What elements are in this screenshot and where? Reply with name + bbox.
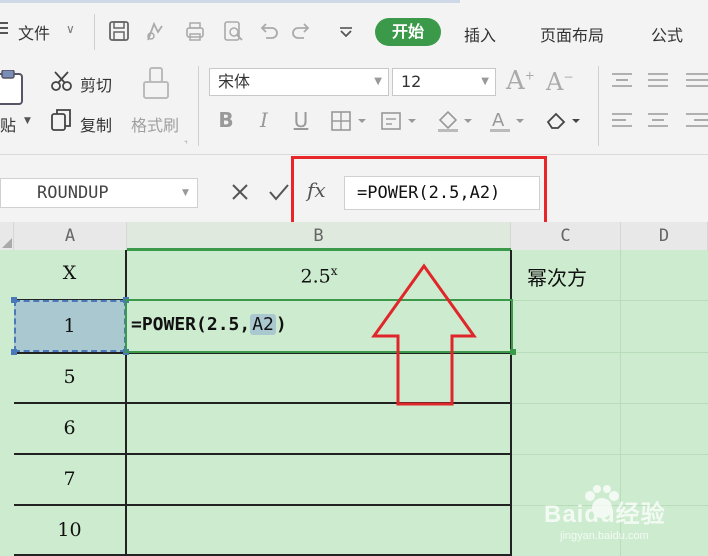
up-arrow-annotation: [371, 263, 477, 406]
hamburger-icon[interactable]: [0, 22, 10, 36]
watermark-brand: Baidu经验: [544, 501, 666, 528]
font-name-dropdown-icon[interactable]: ▼: [374, 69, 382, 95]
cell-a1[interactable]: X: [14, 262, 125, 284]
cell-b1-exponent: x: [330, 264, 338, 278]
format-painter-icon[interactable]: [140, 66, 174, 102]
paste-label[interactable]: 贴: [0, 112, 16, 136]
customize-chevron-icon[interactable]: [338, 26, 354, 38]
svg-text:A: A: [492, 110, 505, 131]
underline-button[interactable]: U: [289, 108, 313, 132]
table-border: [14, 453, 512, 455]
fill-color-icon[interactable]: [436, 108, 476, 134]
eraser-icon[interactable]: [544, 108, 584, 134]
divider: [94, 14, 95, 50]
column-header-c[interactable]: C: [511, 222, 621, 250]
menu-bar: 文件 ∨ 开始 插入 页面布局 公式: [0, 0, 708, 62]
print-preview-icon[interactable]: [222, 20, 244, 42]
cell-b2-formula: =POWER(2.5, A2): [131, 314, 287, 335]
font-name-select[interactable]: 宋体 ▼: [209, 68, 389, 96]
table-border: [14, 504, 512, 506]
file-menu[interactable]: 文件: [18, 20, 50, 44]
tab-formulas[interactable]: 公式: [651, 22, 683, 46]
font-size-value: 12: [401, 72, 422, 91]
gridline: [511, 300, 708, 301]
selection-handle[interactable]: [11, 297, 17, 303]
clipboard-expand-icon[interactable]: ⌝: [184, 140, 188, 149]
gridline: [511, 403, 708, 404]
increase-font-icon[interactable]: A+: [506, 66, 535, 96]
divider: [598, 66, 599, 146]
borders-icon[interactable]: [330, 110, 370, 132]
font-size-dropdown-icon[interactable]: ▼: [481, 69, 489, 95]
cell-style-icon[interactable]: [380, 110, 420, 132]
cell-a5[interactable]: 7: [14, 468, 125, 490]
watermark-url: jingyan.baidu.com: [560, 530, 649, 542]
undo-icon[interactable]: [258, 20, 280, 42]
tab-page-layout[interactable]: 页面布局: [540, 22, 604, 46]
cell-c1[interactable]: 幂次方: [527, 262, 587, 291]
bold-button[interactable]: B: [214, 108, 238, 132]
formula-reference-a2: A2: [250, 314, 276, 335]
tab-insert[interactable]: 插入: [464, 22, 496, 46]
save-icon[interactable]: [108, 20, 130, 42]
selection-handle[interactable]: [11, 349, 17, 355]
alignment-icons[interactable]: [610, 70, 708, 132]
name-box-value: ROUNDUP: [37, 183, 109, 203]
cancel-icon[interactable]: [230, 182, 250, 202]
copy-button[interactable]: 复制: [80, 112, 112, 136]
baidu-watermark: Baidu经验 jingyan.baidu.com: [540, 482, 704, 552]
column-header-d[interactable]: D: [621, 222, 708, 250]
decrease-font-icon[interactable]: A−: [546, 68, 573, 96]
font-name-value: 宋体: [218, 72, 251, 91]
copy-icon[interactable]: [50, 108, 72, 132]
redo-icon[interactable]: [290, 20, 312, 42]
cell-a6[interactable]: 10: [14, 519, 125, 541]
tab-home[interactable]: 开始: [375, 18, 441, 46]
font-color-icon[interactable]: A: [488, 108, 528, 134]
chevron-down-icon[interactable]: ∨: [66, 22, 75, 36]
font-size-select[interactable]: 12 ▼: [392, 68, 496, 96]
name-box[interactable]: ROUNDUP: [0, 178, 198, 208]
divider: [198, 66, 199, 146]
column-b-selection-bar: [127, 248, 511, 251]
formula-prefix: =POWER(2.5,: [131, 314, 251, 335]
format-painter-label[interactable]: 格式刷: [131, 112, 179, 136]
column-header-b[interactable]: B: [127, 222, 511, 250]
paste-icon[interactable]: [0, 70, 26, 106]
select-all-icon[interactable]: [2, 238, 12, 248]
name-box-dropdown-icon[interactable]: ▼: [182, 188, 189, 198]
cell-a2-value: 1: [63, 315, 76, 337]
cut-button[interactable]: 剪切: [80, 72, 112, 96]
paste-dropdown-icon[interactable]: ▼: [24, 116, 31, 126]
ribbon: 贴 ▼ 剪切 复制 格式刷 ⌝ 宋体 ▼ 12 ▼ A+ A− B I U A: [0, 62, 708, 155]
column-header-a[interactable]: A: [14, 222, 127, 250]
scissors-icon[interactable]: [50, 70, 74, 92]
gridline: [511, 352, 708, 353]
fill-handle[interactable]: [510, 349, 516, 355]
gridline: [511, 454, 708, 455]
italic-button[interactable]: I: [252, 108, 276, 132]
export-pdf-icon[interactable]: [144, 20, 166, 42]
print-icon[interactable]: [184, 20, 206, 42]
cell-a4[interactable]: 6: [14, 417, 125, 439]
cell-a3[interactable]: 5: [14, 366, 125, 388]
confirm-icon[interactable]: [268, 182, 290, 202]
formula-suffix: ): [275, 314, 287, 335]
cell-b1-base: 2.5: [300, 265, 331, 288]
title-strip: [0, 0, 460, 3]
